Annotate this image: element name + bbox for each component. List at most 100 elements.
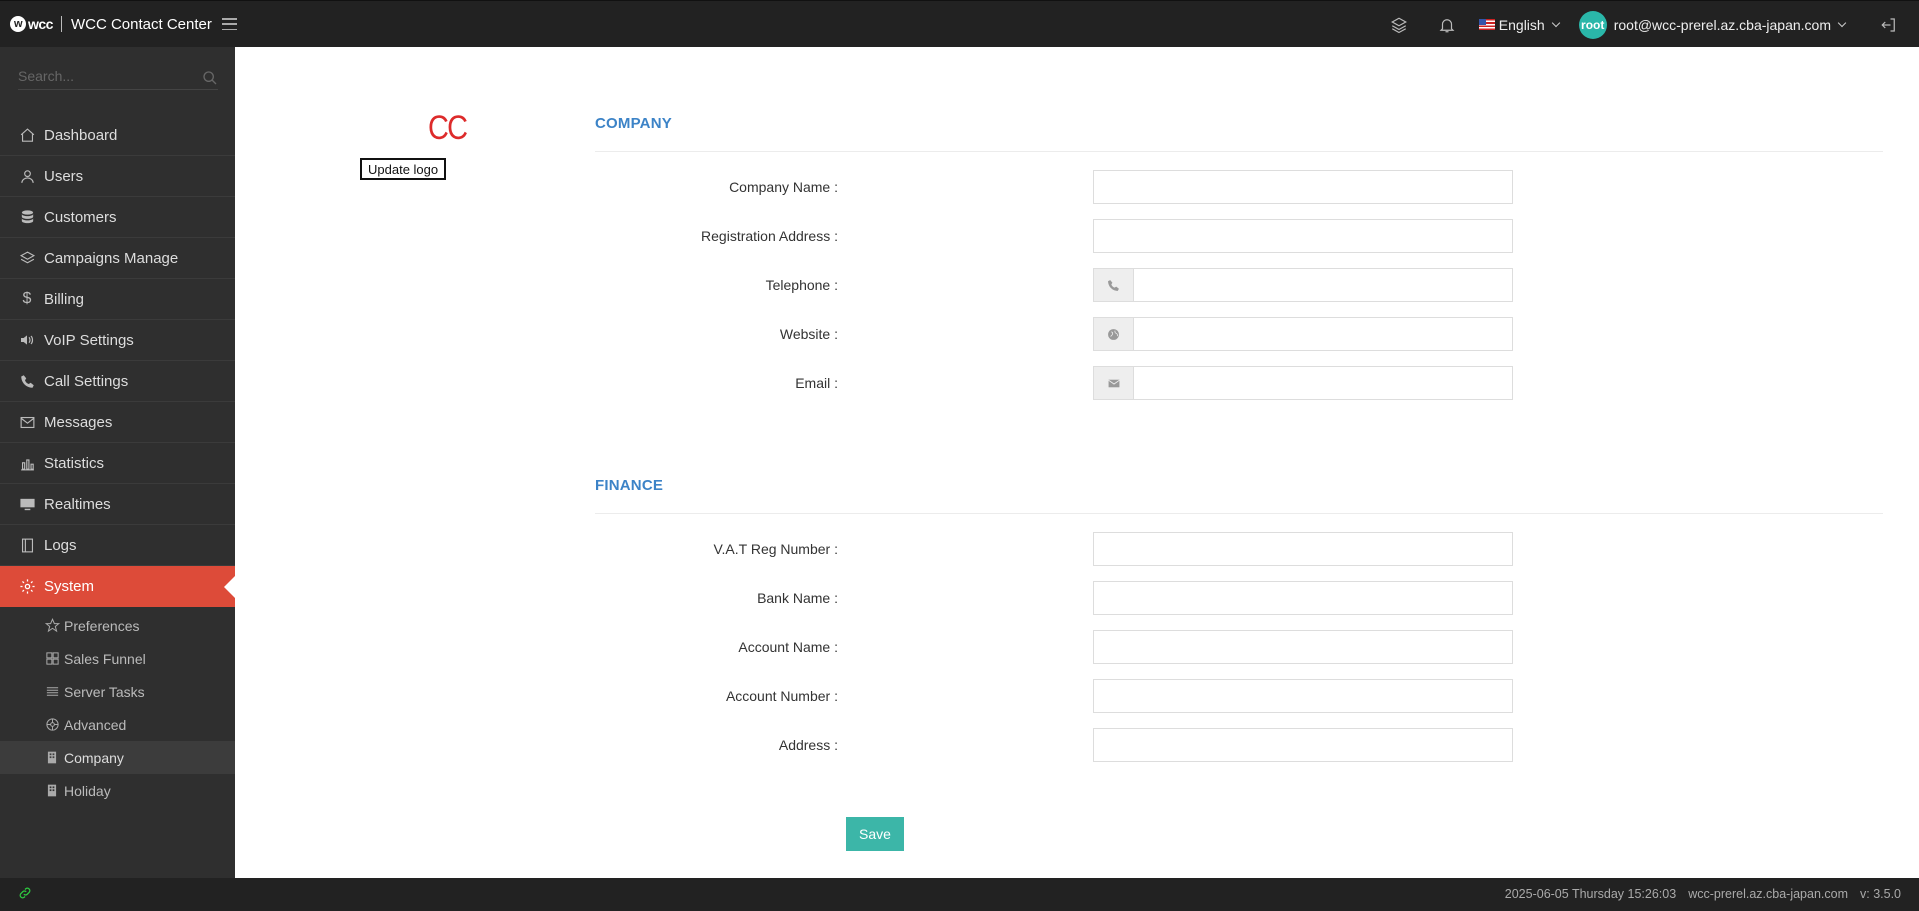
registration-address-row: Registration Address : [595, 219, 1513, 253]
company-logo: CC [428, 109, 468, 147]
email-input[interactable] [1133, 366, 1513, 400]
telephone-input[interactable] [1133, 268, 1513, 302]
logout-icon[interactable] [1879, 15, 1899, 35]
website-input[interactable] [1133, 317, 1513, 351]
sidebar-item-dashboard[interactable]: Dashboard [0, 115, 235, 156]
address-input[interactable] [1093, 728, 1513, 762]
sidebar-item-billing[interactable]: $ Billing [0, 279, 235, 320]
email-label: Email : [795, 375, 838, 391]
volume-icon [18, 331, 36, 349]
phone-icon [18, 372, 36, 390]
list-icon [44, 684, 60, 700]
bank-name-input[interactable] [1093, 581, 1513, 615]
aperture-icon [44, 717, 60, 733]
wcc-logo-icon: w [10, 16, 26, 32]
sidebar-item-label: Dashboard [44, 126, 118, 144]
star-icon [44, 618, 60, 634]
sidebar-item-call-settings[interactable]: Call Settings [0, 361, 235, 402]
vat-reg-number-input[interactable] [1093, 532, 1513, 566]
company-name-input[interactable] [1093, 170, 1513, 204]
bank-name-row: Bank Name : [595, 581, 1513, 615]
language-selector[interactable]: English [1478, 16, 1560, 33]
sidebar-item-label: Call Settings [44, 372, 129, 390]
sidebar-item-statistics[interactable]: Statistics [0, 443, 235, 484]
sidebar-item-campaigns-manage[interactable]: Campaigns Manage [0, 238, 235, 279]
chevron-down-icon [1837, 18, 1847, 27]
dollar-icon: $ [22, 290, 32, 307]
envelope-icon [1093, 366, 1133, 400]
app-title: WCC Contact Center [70, 15, 212, 33]
account-number-label: Account Number : [725, 688, 838, 704]
sidebar-item-system[interactable]: System [0, 566, 235, 607]
telephone-row: Telephone : [595, 268, 1513, 302]
hamburger-menu-icon[interactable] [221, 18, 237, 30]
subnav-item-label: Preferences [64, 617, 140, 634]
vat-reg-number-label: V.A.T Reg Number : [713, 541, 838, 557]
system-subnav: Preferences Sales Funnel Server Tasks Ad… [0, 609, 235, 807]
sidebar-item-realtimes[interactable]: Realtimes [0, 484, 235, 525]
gear-icon [18, 578, 36, 596]
subnav-item-label: Server Tasks [64, 683, 145, 700]
sidebar-item-logs[interactable]: Logs [0, 525, 235, 566]
bar-chart-icon [18, 454, 36, 472]
brand-separator [60, 16, 62, 32]
sidebar-item-label: Statistics [44, 454, 105, 472]
globe-icon [1093, 317, 1133, 351]
top-right-controls: English root root@wcc-prerel.az.cba-japa… [1389, 1, 1919, 48]
subnav-item-preferences[interactable]: Preferences [0, 609, 235, 642]
sidebar-item-label: VoIP Settings [44, 331, 134, 349]
sidebar-item-label: Realtimes [44, 495, 111, 513]
avatar: root [1578, 10, 1607, 39]
sidebar-item-label: Users [44, 167, 84, 185]
account-name-row: Account Name : [595, 630, 1513, 664]
user-menu[interactable]: root root@wcc-prerel.az.cba-japan.com [1578, 10, 1847, 39]
address-row: Address : [595, 728, 1513, 762]
telephone-label: Telephone : [765, 277, 838, 293]
language-label: English [1498, 16, 1545, 33]
subnav-item-label: Advanced [64, 716, 127, 733]
divider [595, 513, 1883, 514]
update-logo-button[interactable]: Update logo [360, 158, 447, 180]
sidebar-item-users[interactable]: Users [0, 156, 235, 197]
subnav-item-label: Company [64, 749, 124, 766]
sidebar: Dashboard Users Customers Campaigns Mana… [0, 47, 235, 878]
account-number-input[interactable] [1093, 679, 1513, 713]
home-icon [18, 126, 36, 144]
search-icon[interactable] [202, 70, 218, 86]
brand-logo-text: wcc [28, 16, 53, 32]
brand-logo[interactable]: w wcc [10, 16, 53, 32]
subnav-item-sales-funnel[interactable]: Sales Funnel [0, 642, 235, 675]
layers-icon[interactable] [1389, 15, 1409, 35]
envelope-icon [18, 413, 36, 431]
divider [595, 151, 1883, 152]
subnav-item-label: Sales Funnel [64, 650, 146, 667]
chevron-down-icon [1551, 18, 1560, 27]
search-input[interactable] [18, 66, 188, 86]
sidebar-item-customers[interactable]: Customers [0, 197, 235, 238]
bank-name-label: Bank Name : [757, 590, 838, 606]
sidebar-item-voip-settings[interactable]: VoIP Settings [0, 320, 235, 361]
sidebar-search [18, 66, 218, 90]
account-number-row: Account Number : [595, 679, 1513, 713]
registration-address-label: Registration Address : [701, 228, 838, 244]
account-name-input[interactable] [1093, 630, 1513, 664]
bell-icon[interactable] [1437, 15, 1457, 35]
phone-icon [1093, 268, 1133, 302]
website-row: Website : [595, 317, 1513, 351]
footer-datetime: 2025-06-05 Thursday 15:26:03 [1504, 887, 1677, 901]
sidebar-item-messages[interactable]: Messages [0, 402, 235, 443]
sidebar-nav: Dashboard Users Customers Campaigns Mana… [0, 115, 235, 607]
footer-info: 2025-06-05 Thursday 15:26:03 wcc-prerel.… [1505, 887, 1901, 901]
sidebar-item-label: Billing [44, 290, 85, 308]
subnav-item-company[interactable]: Company [0, 741, 235, 774]
company-name-row: Company Name : [595, 170, 1513, 204]
registration-address-input[interactable] [1093, 219, 1513, 253]
address-label: Address : [778, 737, 838, 753]
subnav-item-server-tasks[interactable]: Server Tasks [0, 675, 235, 708]
footer-version: v: 3.5.0 [1860, 887, 1901, 901]
save-button[interactable]: Save [846, 817, 904, 851]
subnav-item-holiday[interactable]: Holiday [0, 774, 235, 807]
link-icon[interactable] [18, 886, 34, 902]
subnav-item-advanced[interactable]: Advanced [0, 708, 235, 741]
sidebar-item-label: Messages [44, 413, 113, 431]
